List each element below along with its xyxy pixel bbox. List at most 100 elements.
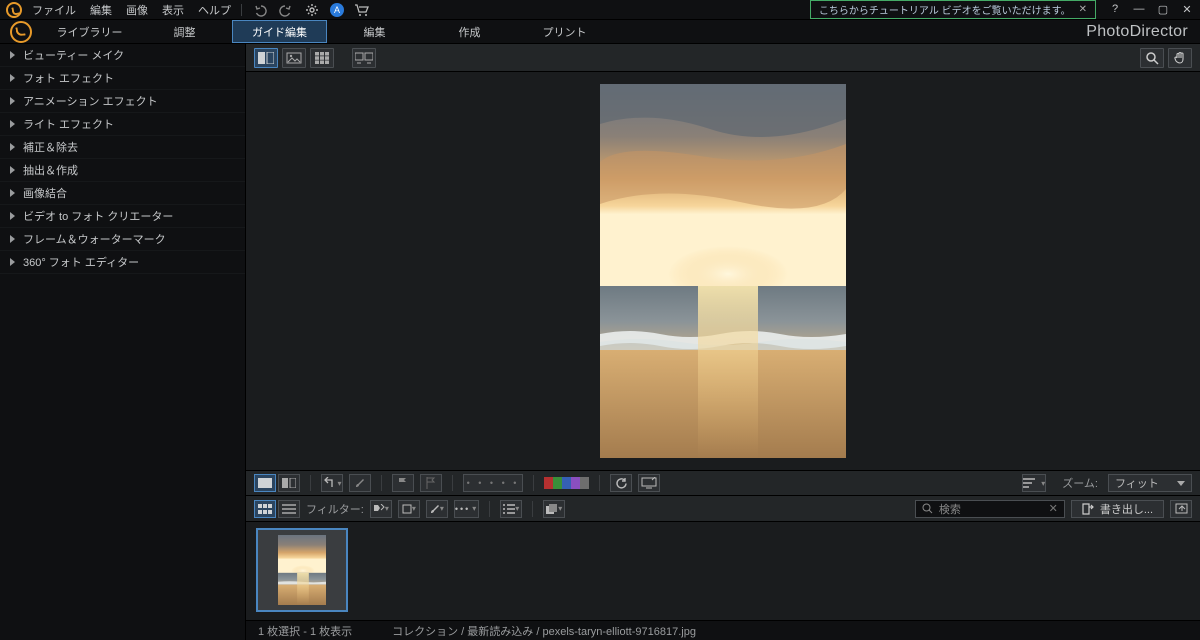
film-view-seg (254, 474, 300, 492)
filmstrip-toolbar: ▾ • • • • • ▾ ズーム: フィット (246, 470, 1200, 496)
color-label-0[interactable] (544, 477, 553, 489)
sidebar-item-label: フレーム＆ウォーターマーク (23, 231, 166, 247)
redo-icon[interactable] (278, 2, 294, 18)
module-tab-5[interactable]: プリント (517, 20, 612, 43)
app-logo-big (0, 20, 42, 43)
chevron-right-icon (10, 143, 15, 151)
color-label-1[interactable] (553, 477, 562, 489)
maximize-button[interactable]: ▢ (1156, 3, 1170, 16)
help-button[interactable]: ? (1108, 3, 1122, 16)
flag-reject-button[interactable] (420, 474, 442, 492)
sidebar-item-label: アニメーション エフェクト (23, 93, 158, 109)
sidebar-item-label: ライト エフェクト (23, 116, 114, 132)
minimize-button[interactable]: — (1132, 3, 1146, 16)
menu-view[interactable]: 表示 (162, 2, 184, 18)
share-button[interactable] (1170, 500, 1192, 518)
film-view-strip[interactable] (254, 474, 276, 492)
module-tab-3[interactable]: 編集 (327, 20, 422, 43)
view-single-button[interactable] (282, 48, 306, 68)
view-grid-button[interactable] (310, 48, 334, 68)
titlebar-tools: A (252, 2, 370, 18)
export-button[interactable]: 書き出し... (1071, 500, 1164, 518)
view-compare-button[interactable] (254, 48, 278, 68)
rating-stars[interactable]: • • • • • (463, 474, 523, 492)
color-labels[interactable] (544, 477, 589, 489)
film-view-split[interactable] (278, 474, 300, 492)
rotate-button[interactable]: ▾ (321, 474, 343, 492)
sidebar-item-5[interactable]: 抽出＆作成 (0, 159, 245, 182)
module-tab-4[interactable]: 作成 (422, 20, 517, 43)
filter-brush[interactable]: ▾ (426, 500, 448, 518)
module-tab-0[interactable]: ライブラリー (42, 20, 137, 43)
module-tabs: ライブラリー調整ガイド編集編集作成プリント (42, 20, 612, 43)
account-icon[interactable]: A (330, 3, 344, 17)
sort-button[interactable]: ▾ (1022, 474, 1046, 492)
window-controls: ? — ▢ ✕ (1108, 3, 1194, 16)
filter-pick[interactable]: ▾ (370, 500, 392, 518)
canvas[interactable] (246, 72, 1200, 470)
sidebar-item-label: ビデオ to フォト クリエーター (23, 208, 173, 224)
status-bar: 1 枚選択 - 1 枚表示 コレクション / 最新読み込み / pexels-t… (246, 620, 1200, 640)
filter-shape[interactable]: ▾ (398, 500, 420, 518)
filter-more[interactable]: •••▾ (454, 500, 479, 518)
sidebar-item-label: 補正＆除去 (23, 139, 78, 155)
module-tab-1[interactable]: 調整 (137, 20, 232, 43)
color-label-4[interactable] (580, 477, 589, 489)
flag-pick-button[interactable] (392, 474, 414, 492)
chevron-right-icon (10, 235, 15, 243)
thumbnail-selected[interactable] (256, 528, 348, 612)
zoom-label: ズーム: (1062, 475, 1098, 491)
dual-monitor-button[interactable] (352, 48, 376, 68)
settings-icon[interactable] (304, 2, 320, 18)
thumbview-list[interactable] (278, 500, 300, 518)
filter-stack[interactable]: ▾ (543, 500, 565, 518)
sidebar-item-2[interactable]: アニメーション エフェクト (0, 90, 245, 113)
export-label: 書き出し... (1100, 501, 1153, 517)
color-label-2[interactable] (562, 477, 571, 489)
sidebar-item-9[interactable]: 360° フォト エディター (0, 251, 245, 274)
sidebar-item-0[interactable]: ビューティー メイク (0, 44, 245, 67)
sidebar-item-8[interactable]: フレーム＆ウォーターマーク (0, 228, 245, 251)
app-logo-icon (6, 2, 22, 18)
view-toolstrip (246, 44, 1200, 72)
tutorial-banner[interactable]: こちらからチュートリアル ビデオをご覧いただけます。 ✕ (810, 0, 1096, 19)
zoom-value: フィット (1115, 475, 1159, 491)
sidebar-item-6[interactable]: 画像結合 (0, 182, 245, 205)
work-area: ▾ • • • • • ▾ ズーム: フィット (246, 44, 1200, 640)
sidebar-item-7[interactable]: ビデオ to フォト クリエーター (0, 205, 245, 228)
search-input[interactable]: 検索 ✕ (915, 500, 1065, 518)
close-button[interactable]: ✕ (1180, 3, 1194, 16)
chevron-right-icon (10, 189, 15, 197)
hand-tool-button[interactable] (1168, 48, 1192, 68)
menu-file[interactable]: ファイル (32, 2, 76, 18)
tutorial-close-icon[interactable]: ✕ (1079, 4, 1087, 15)
export-icon (1082, 503, 1094, 515)
tutorial-text: こちらからチュートリアル ビデオをご覧いただけます。 (819, 2, 1071, 17)
menu-image[interactable]: 画像 (126, 2, 148, 18)
sidebar-item-1[interactable]: フォト エフェクト (0, 67, 245, 90)
refresh-button[interactable] (610, 474, 632, 492)
undo-icon[interactable] (252, 2, 268, 18)
zoom-tool-button[interactable] (1140, 48, 1164, 68)
menu-bar: ファイル 編集 画像 表示 ヘルプ (32, 2, 231, 18)
search-placeholder: 検索 (939, 501, 961, 517)
brand-label: PhotoDirector (1086, 20, 1200, 43)
status-path: コレクション / 最新読み込み / pexels-taryn-elliott-9… (392, 623, 696, 639)
preview-image (600, 84, 846, 458)
search-clear-icon[interactable]: ✕ (1049, 502, 1058, 515)
zoom-select[interactable]: フィット (1108, 474, 1192, 492)
screen-button[interactable] (638, 474, 660, 492)
brush-button[interactable] (349, 474, 371, 492)
menu-help[interactable]: ヘルプ (198, 2, 231, 18)
menu-edit[interactable]: 編集 (90, 2, 112, 18)
search-icon (922, 503, 933, 514)
filter-list2[interactable]: ▾ (500, 500, 522, 518)
cart-icon[interactable] (354, 2, 370, 18)
color-label-3[interactable] (571, 477, 580, 489)
sidebar-item-3[interactable]: ライト エフェクト (0, 113, 245, 136)
status-selection: 1 枚選択 - 1 枚表示 (258, 623, 352, 639)
thumbview-grid[interactable] (254, 500, 276, 518)
sidebar-item-4[interactable]: 補正＆除去 (0, 136, 245, 159)
module-tab-2[interactable]: ガイド編集 (232, 20, 327, 43)
chevron-right-icon (10, 120, 15, 128)
